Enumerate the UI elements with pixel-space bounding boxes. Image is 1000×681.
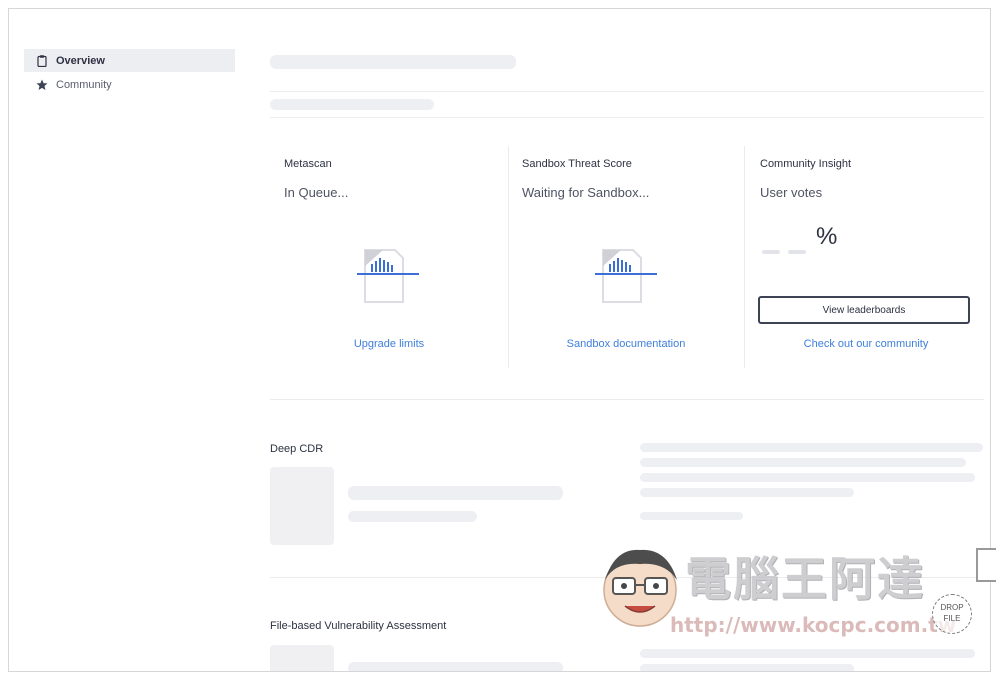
loading-line-placeholder (640, 664, 854, 671)
sidebar-item-overview[interactable]: Overview (24, 49, 235, 72)
scanning-document-icon (595, 249, 657, 303)
star-icon (36, 79, 48, 91)
loading-line-placeholder (640, 488, 854, 497)
sandbox-documentation-link[interactable]: Sandbox documentation (508, 338, 744, 350)
thumbnail-placeholder (270, 467, 334, 545)
scanning-document-icon (357, 249, 419, 303)
watermark-url: http://www.kocpc.com.tw (670, 613, 957, 637)
divider (270, 399, 984, 400)
loading-subtitle-placeholder (270, 99, 434, 110)
view-leaderboards-button[interactable]: View leaderboards (758, 296, 970, 324)
community-link[interactable]: Check out our community (746, 338, 986, 350)
sidebar-item-label: Overview (56, 54, 105, 67)
vote-percentage: % (816, 223, 838, 250)
file-label: FILE (943, 614, 961, 623)
upgrade-limits-link[interactable]: Upgrade limits (270, 338, 508, 350)
card-status: Waiting for Sandbox... (522, 185, 650, 200)
drop-target-tab[interactable] (976, 548, 996, 582)
loading-line-placeholder (640, 512, 743, 520)
loading-line-placeholder (640, 443, 983, 452)
loading-line-placeholder (640, 473, 975, 482)
loading-line-placeholder (348, 662, 563, 671)
thumbnail-placeholder (270, 645, 334, 671)
drop-file-zone[interactable]: DROP FILE (932, 594, 972, 634)
clipboard-icon (36, 54, 48, 67)
card-title: Metascan (284, 158, 332, 170)
loading-line-placeholder (348, 511, 477, 522)
divider (270, 91, 984, 92)
card-status: User votes (760, 185, 823, 200)
sidebar-item-label: Community (56, 78, 112, 91)
community-insight-card: Community Insight User votes % View lead… (746, 146, 986, 368)
drop-label: DROP (940, 603, 964, 612)
card-status: In Queue... (284, 185, 349, 200)
watermark-title: 電腦王阿達 (685, 552, 925, 606)
vote-placeholder (788, 250, 806, 254)
vulnerability-assessment-title: File-based Vulnerability Assessment (270, 620, 447, 632)
sidebar-item-community[interactable]: Community (24, 73, 235, 96)
loading-line-placeholder (348, 486, 563, 500)
loading-title-placeholder (270, 55, 516, 69)
card-separator (744, 146, 745, 368)
deep-cdr-title: Deep CDR (270, 443, 324, 455)
sandbox-card: Sandbox Threat Score Waiting for Sandbox… (508, 146, 744, 368)
sidebar: Overview Community (24, 49, 235, 97)
loading-line-placeholder (640, 649, 975, 658)
vote-placeholder (762, 250, 780, 254)
metascan-card: Metascan In Queue... Upgrade limits (270, 146, 508, 368)
card-title: Sandbox Threat Score (522, 158, 632, 170)
divider (270, 117, 984, 118)
card-title: Community Insight (760, 158, 852, 170)
loading-line-placeholder (640, 458, 966, 467)
